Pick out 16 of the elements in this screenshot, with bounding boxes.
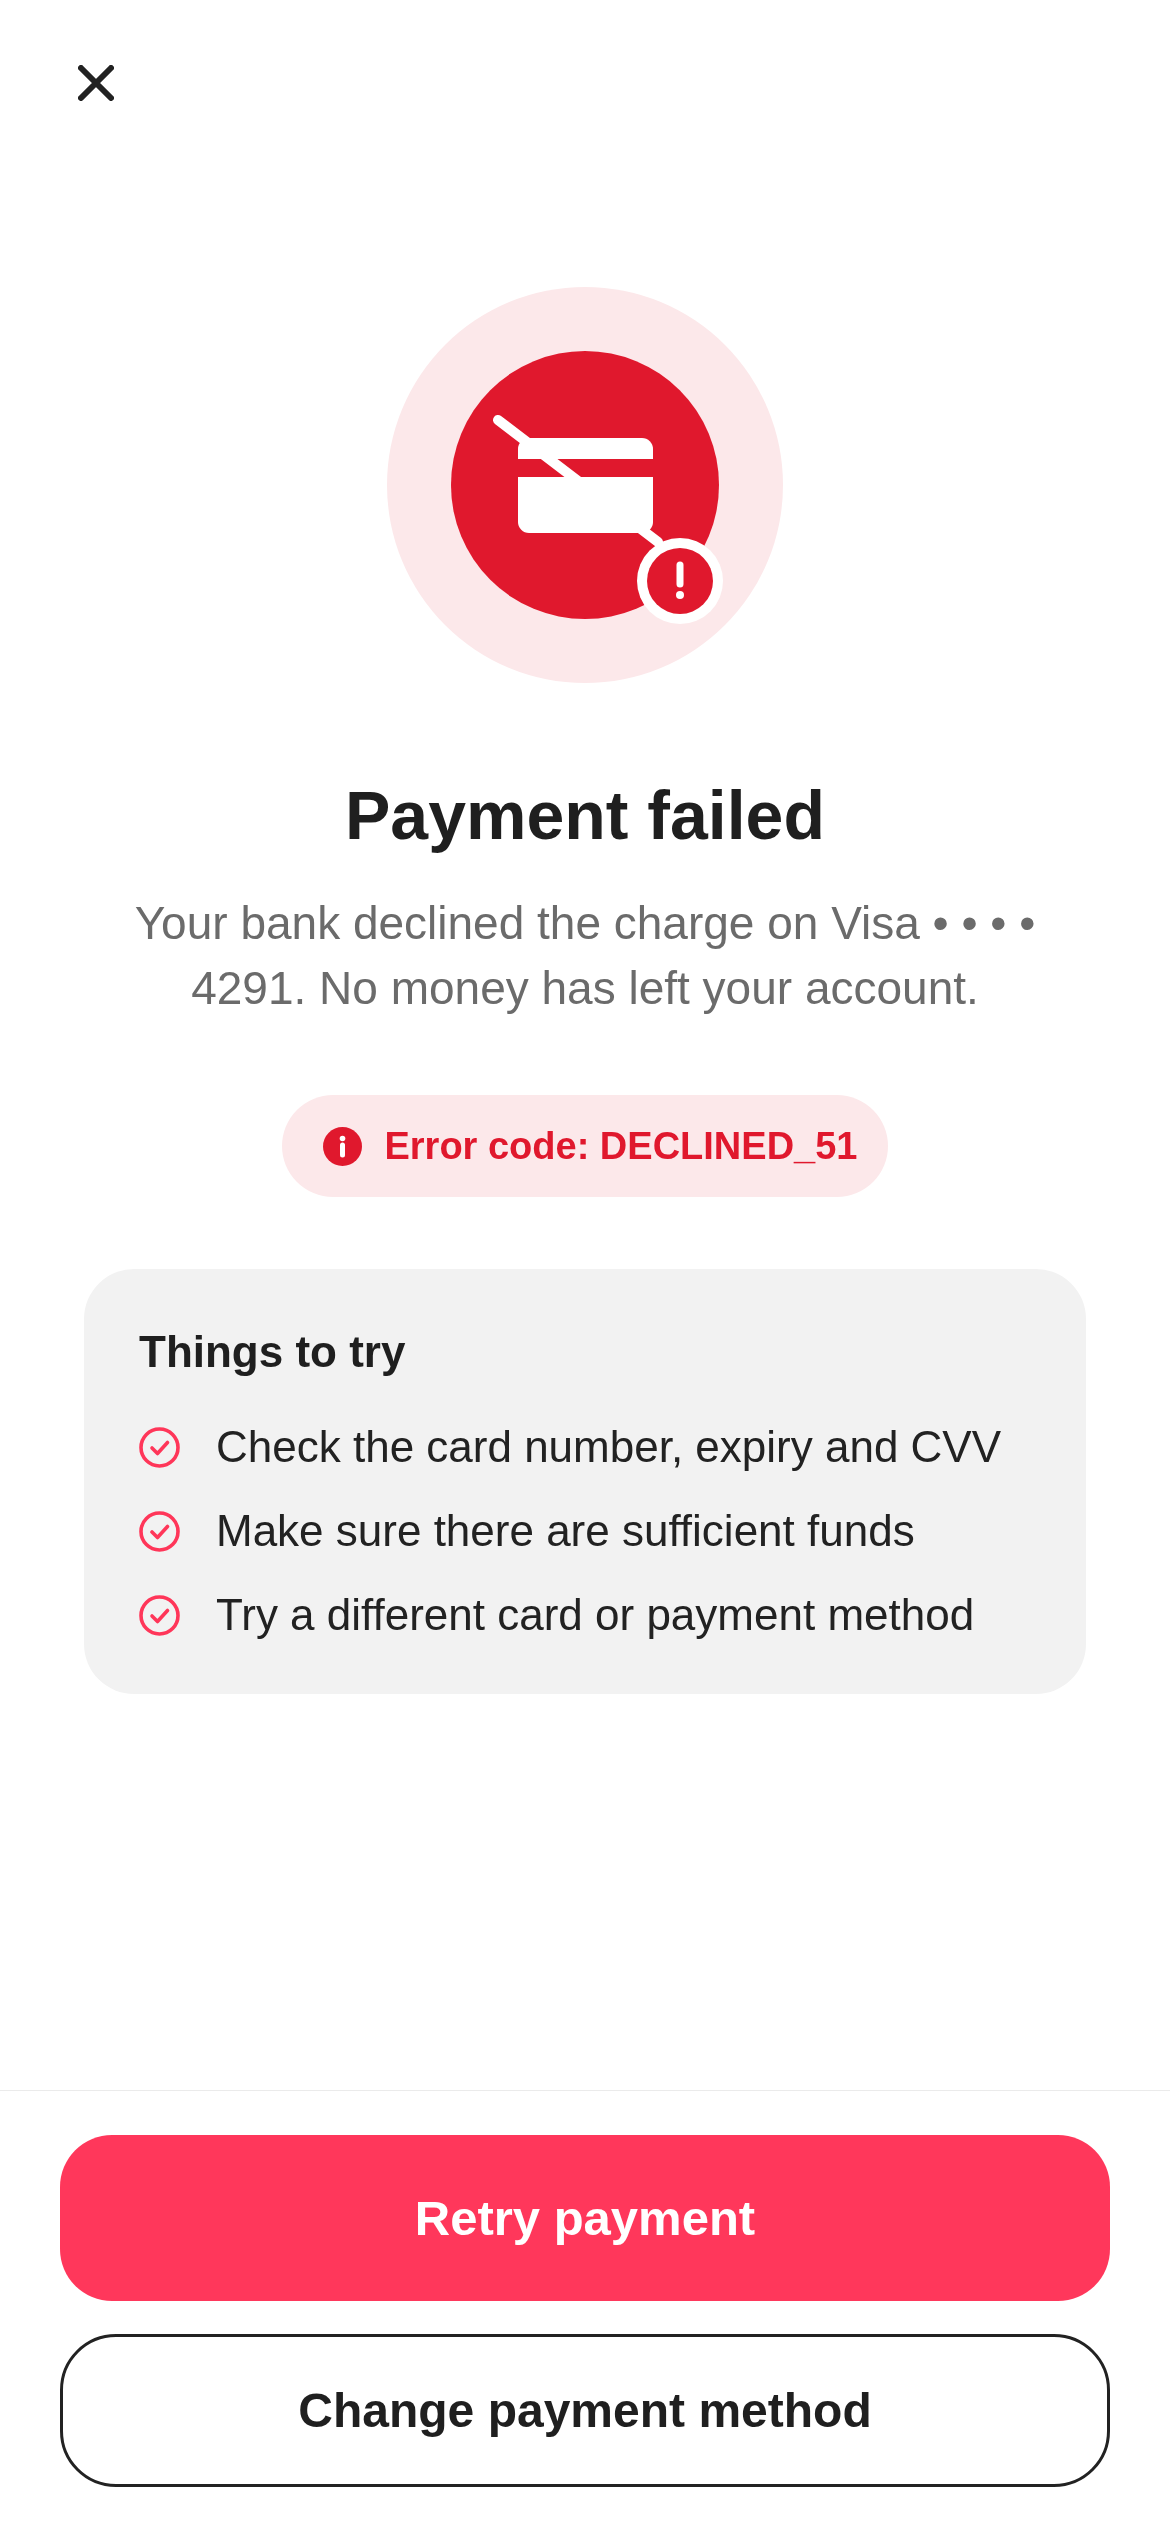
tip-text: Make sure there are sufficient funds [216, 1505, 915, 1557]
check-circle-icon [139, 1594, 180, 1636]
check-circle-icon [139, 1426, 180, 1468]
info-icon [323, 1126, 363, 1166]
tip-text: Try a different card or payment method [216, 1589, 975, 1641]
error-code-text: Error code: DECLINED_51 [384, 1123, 858, 1169]
change-method-button[interactable]: Change payment method [60, 2334, 1110, 2487]
status-title: Payment failed [345, 776, 825, 855]
alert-badge-icon [637, 538, 723, 624]
tip-text: Check the card number, expiry and CVV [216, 1421, 1002, 1473]
card-slash-icon [451, 351, 719, 619]
tips-title: Things to try [139, 1326, 407, 1378]
close-icon [78, 65, 114, 101]
status-message: Your bank declined the charge on Visa • • • • 4291. No money has left your account. [133, 896, 1037, 1016]
retry-button[interactable]: Retry payment [60, 2135, 1110, 2301]
check-circle-icon [139, 1510, 180, 1552]
